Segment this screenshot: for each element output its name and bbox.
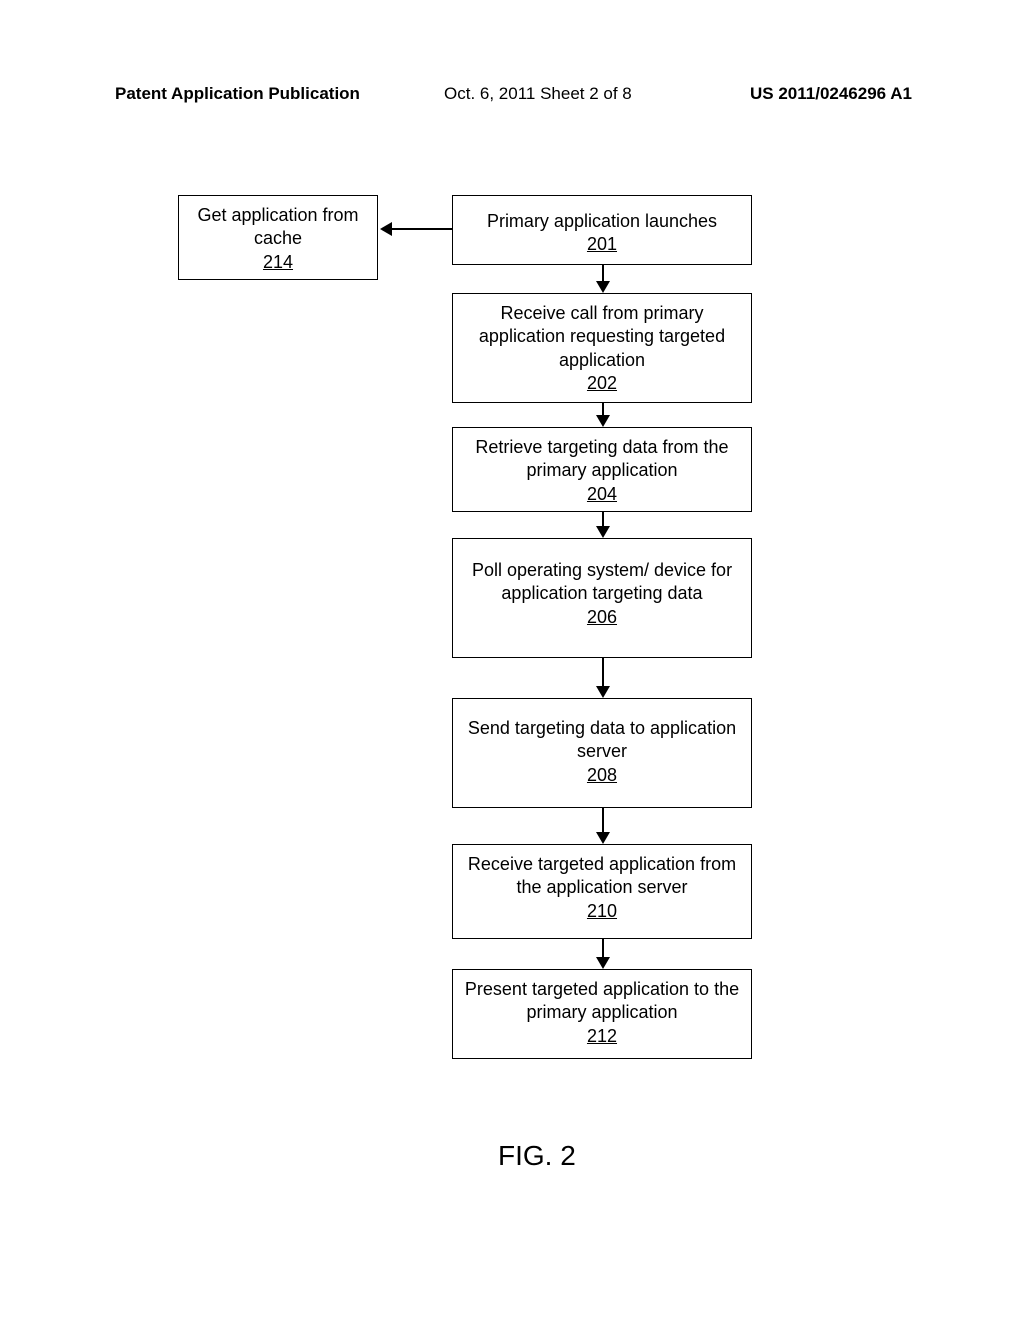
header-right: US 2011/0246296 A1 xyxy=(750,84,912,104)
flow-box-206: Poll operating system/ device for applic… xyxy=(452,538,752,658)
flow-box-ref: 214 xyxy=(189,251,367,274)
arrow-head-201-202 xyxy=(596,281,610,293)
flow-box-text: Retrieve targeting data from the primary… xyxy=(463,436,741,483)
flow-box-ref: 208 xyxy=(463,764,741,787)
flow-box-ref: 204 xyxy=(463,483,741,506)
arrow-206-208 xyxy=(602,658,604,688)
arrow-head-206-208 xyxy=(596,686,610,698)
flow-box-ref: 210 xyxy=(463,900,741,923)
flow-box-text: Get application from cache xyxy=(189,204,367,251)
arrow-head-202-204 xyxy=(596,415,610,427)
header-center: Oct. 6, 2011 Sheet 2 of 8 xyxy=(444,84,632,104)
arrow-head-208-210 xyxy=(596,832,610,844)
flow-box-text: Present targeted application to the prim… xyxy=(463,978,741,1025)
flow-box-text: Receive call from primary application re… xyxy=(463,302,741,372)
flow-box-ref: 201 xyxy=(463,233,741,256)
arrow-head-201-214 xyxy=(380,222,392,236)
flow-box-202: Receive call from primary application re… xyxy=(452,293,752,403)
arrow-208-210 xyxy=(602,808,604,834)
flow-box-text: Primary application launches xyxy=(463,210,741,233)
flow-box-201: Primary application launches 201 xyxy=(452,195,752,265)
flow-box-text: Send targeting data to application serve… xyxy=(463,717,741,764)
flow-box-210: Receive targeted application from the ap… xyxy=(452,844,752,939)
flow-box-ref: 206 xyxy=(463,606,741,629)
arrow-201-214 xyxy=(392,228,452,230)
arrow-head-204-206 xyxy=(596,526,610,538)
flow-box-204: Retrieve targeting data from the primary… xyxy=(452,427,752,512)
flow-box-text: Poll operating system/ device for applic… xyxy=(463,559,741,606)
arrow-head-210-212 xyxy=(596,957,610,969)
arrow-210-212 xyxy=(602,939,604,959)
flow-box-212: Present targeted application to the prim… xyxy=(452,969,752,1059)
figure-label: FIG. 2 xyxy=(498,1140,576,1172)
header-left: Patent Application Publication xyxy=(115,84,360,104)
flow-box-ref: 212 xyxy=(463,1025,741,1048)
flow-box-214: Get application from cache 214 xyxy=(178,195,378,280)
flow-box-text: Receive targeted application from the ap… xyxy=(463,853,741,900)
flow-box-208: Send targeting data to application serve… xyxy=(452,698,752,808)
flow-box-ref: 202 xyxy=(463,372,741,395)
